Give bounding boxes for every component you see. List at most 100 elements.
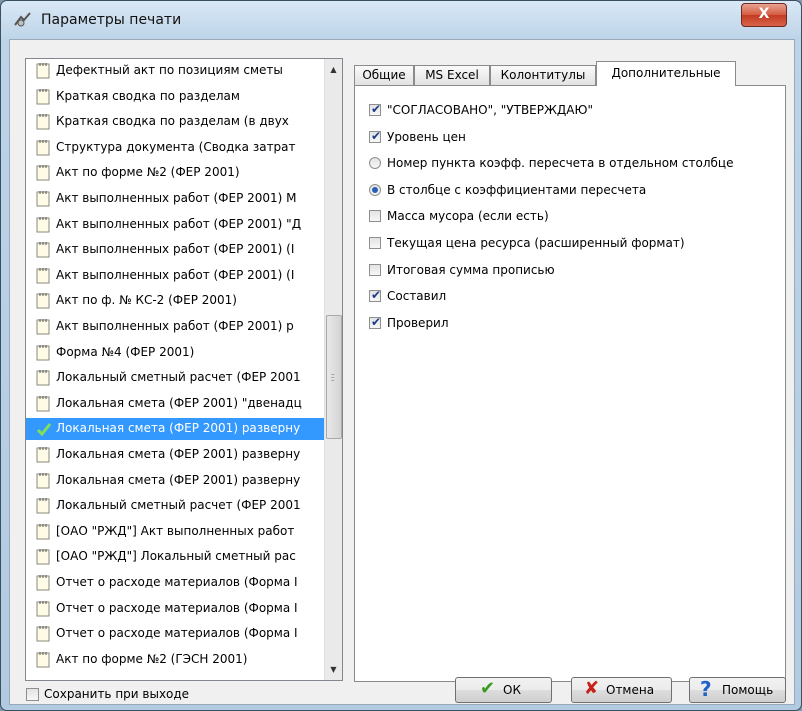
report-list-item-label: Локальная смета (ФЕР 2001) разверну bbox=[56, 421, 301, 436]
list-scrollbar[interactable]: ▲ – – – ▼ bbox=[324, 59, 342, 680]
report-list-item-label: Акт выполненных работ (ФЕР 2001) р bbox=[56, 319, 294, 333]
report-list-item[interactable]: Акт выполненных работ (ФЕР 2001) "Д bbox=[26, 214, 326, 236]
option-label: Проверил bbox=[387, 315, 449, 330]
report-list-item[interactable]: Акт выполненных работ (ФЕР 2001) (I bbox=[26, 239, 326, 261]
report-list-item-label: Локальный сметный расчет (ФЕР 2001 bbox=[56, 498, 301, 513]
report-list-item[interactable]: Акт по форме №2 (ФЕР 2001) bbox=[26, 162, 326, 184]
scroll-down-arrow-icon[interactable]: ▼ bbox=[325, 661, 342, 678]
document-icon bbox=[36, 549, 50, 565]
report-list-item[interactable]: Локальный сметный расчет (ФЕР 2001 bbox=[26, 367, 326, 389]
document-icon bbox=[36, 319, 50, 335]
save-on-exit-checkbox[interactable]: Сохранить при выходе bbox=[26, 687, 226, 703]
report-list-item[interactable]: Локальная смета (ФЕР 2001) разверну bbox=[26, 444, 326, 466]
tab-general-label: Общие bbox=[362, 68, 406, 82]
ok-button[interactable]: ✔ ОК bbox=[455, 677, 552, 703]
checkmark-icon: ✔ bbox=[480, 678, 496, 699]
document-icon bbox=[36, 523, 50, 540]
report-list-item[interactable]: Отчет о расходе материалов (Форма I bbox=[26, 623, 326, 645]
cancel-button[interactable]: ✘ Отмена bbox=[571, 677, 672, 703]
help-icon: ? bbox=[700, 677, 712, 701]
report-list-item-label: Локальная смета (ФЕР 2001) разверну bbox=[56, 472, 301, 487]
document-icon bbox=[36, 114, 50, 130]
close-button[interactable]: X bbox=[741, 3, 787, 27]
report-list-item[interactable]: [ОАО "РЖД"] Акт выполненных работ bbox=[26, 521, 326, 543]
radio-button[interactable] bbox=[369, 157, 381, 170]
report-list-item[interactable]: Краткая сводка по разделам bbox=[26, 86, 326, 108]
document-icon bbox=[36, 651, 50, 668]
option-label: Итоговая сумма прописью bbox=[387, 262, 555, 277]
checkbox[interactable]: ✔ bbox=[369, 288, 382, 303]
scroll-thumb[interactable]: – – – bbox=[326, 315, 342, 439]
radio-dot-icon bbox=[372, 186, 378, 193]
print-settings-dialog: Параметры печати X Дефектный акт по пози… bbox=[0, 0, 802, 711]
document-icon bbox=[36, 63, 50, 79]
report-list-item-label: Отчет о расходе материалов (Форма I bbox=[56, 626, 298, 641]
checkbox[interactable]: ✔ bbox=[369, 314, 382, 329]
report-list-item[interactable]: Форма №4 (ФЕР 2001) bbox=[26, 342, 326, 364]
report-list-item-label: Акт выполненных работ (ФЕР 2001) "Д bbox=[56, 216, 302, 231]
report-list-item-label: Акт выполненных работ (ФЕР 2001) (I bbox=[56, 242, 295, 257]
report-list-item-label: Локальный сметный расчет (ФЕР 2001 bbox=[56, 370, 301, 385]
grip-icon: – – – bbox=[331, 370, 335, 384]
document-icon bbox=[36, 242, 50, 258]
checkmark-icon: ✔ bbox=[371, 102, 382, 116]
report-list-item[interactable]: [ОАО "РЖД"] Локальный сметный рас bbox=[26, 546, 326, 568]
checkbox[interactable]: ✔ bbox=[369, 128, 382, 143]
option-label: Составил bbox=[387, 289, 447, 304]
report-list-item-label: Краткая сводка по разделам (в двух bbox=[56, 114, 289, 129]
report-list-item[interactable]: Структура документа (Сводка затрат bbox=[26, 137, 326, 159]
tab-ms-excel[interactable]: MS Excel bbox=[414, 65, 490, 85]
save-on-exit-label: Сохранить при выходе bbox=[44, 687, 190, 701]
window-title: Параметры печати bbox=[41, 12, 182, 28]
report-list-item[interactable]: Акт выполненных работ (ФЕР 2001) р bbox=[26, 316, 326, 338]
report-list-item-label: Локальная смета (ФЕР 2001) разверну bbox=[56, 447, 301, 461]
help-button-label: Помощь bbox=[722, 683, 774, 697]
report-list-item[interactable]: Локальная смета (ФЕР 2001) разверну bbox=[26, 470, 326, 492]
report-list-item[interactable]: Локальная смета (ФЕР 2001) "двенадц bbox=[26, 393, 326, 415]
report-list-item[interactable]: Акт выполненных работ (ФЕР 2001) М bbox=[26, 188, 326, 210]
checkmark-icon: ✔ bbox=[371, 128, 382, 143]
tab-headers-footers-label: Колонтитулы bbox=[500, 68, 586, 82]
report-list-item-label: Структура документа (Сводка затрат bbox=[56, 139, 296, 154]
report-list-item-label: Акт по ф. № КС-2 (ФЕР 2001) bbox=[56, 293, 237, 308]
tab-additional[interactable]: Дополнительные bbox=[596, 61, 736, 86]
document-icon bbox=[36, 370, 50, 386]
dialog-body: Дефектный акт по позициям сметы Краткая с… bbox=[9, 39, 795, 705]
document-icon bbox=[36, 344, 50, 361]
checkmark-icon: ✔ bbox=[371, 288, 382, 303]
scroll-up-arrow-icon[interactable]: ▲ bbox=[325, 61, 342, 78]
option-label: "СОГЛАСОВАНО", "УТВЕРЖДАЮ" bbox=[387, 103, 593, 117]
document-icon bbox=[36, 395, 50, 412]
option-label: Текущая цена ресурса (расширенный формат… bbox=[387, 236, 685, 250]
report-list-item[interactable]: Отчет о расходе материалов (Форма I bbox=[26, 598, 326, 620]
radio-button[interactable] bbox=[369, 183, 381, 196]
report-list-item[interactable]: Локальная смета (ФЕР 2001) разверну bbox=[26, 418, 326, 441]
title-bar[interactable]: Параметры печати X bbox=[1, 1, 801, 39]
help-button[interactable]: ? Помощь bbox=[689, 677, 786, 703]
checkbox[interactable] bbox=[369, 263, 381, 276]
document-icon bbox=[36, 626, 50, 642]
report-list-item-label: Акт по форме №2 (ФЕР 2001) bbox=[56, 165, 240, 180]
report-list-item[interactable]: Акт выполненных работ (ФЕР 2001) (I bbox=[26, 265, 326, 287]
close-icon: X bbox=[758, 6, 770, 22]
report-list-item-label: Дефектный акт по позициям сметы bbox=[56, 63, 283, 77]
document-icon bbox=[36, 472, 50, 489]
checkbox[interactable]: ✔ bbox=[369, 102, 382, 116]
report-list-item[interactable]: Акт по форме №2 (ГЭСН 2001) bbox=[26, 649, 326, 671]
tab-ms-excel-label: MS Excel bbox=[425, 68, 479, 82]
save-on-exit-box[interactable] bbox=[26, 688, 39, 701]
report-list-item[interactable]: Отчет о расходе материалов (Форма I bbox=[26, 572, 326, 594]
option-label: Масса мусора (если есть) bbox=[387, 209, 549, 224]
report-list-item[interactable]: Локальный сметный расчет (ФЕР 2001 bbox=[26, 495, 326, 517]
document-icon bbox=[36, 575, 50, 591]
report-list-item[interactable]: Дефектный акт по позициям сметы bbox=[26, 60, 326, 82]
report-list-item-label: Локальная смета (ФЕР 2001) "двенадц bbox=[56, 395, 302, 410]
report-list[interactable]: Дефектный акт по позициям сметы Краткая с… bbox=[25, 58, 343, 681]
checkbox[interactable] bbox=[369, 237, 381, 249]
tab-headers-footers[interactable]: Колонтитулы bbox=[490, 65, 596, 85]
report-list-item[interactable]: Краткая сводка по разделам (в двух bbox=[26, 111, 326, 133]
checkmark-icon: ✔ bbox=[371, 314, 382, 329]
checkbox[interactable] bbox=[369, 210, 381, 223]
report-list-item[interactable]: Акт по ф. № КС-2 (ФЕР 2001) bbox=[26, 290, 326, 312]
tab-general[interactable]: Общие bbox=[354, 65, 414, 85]
